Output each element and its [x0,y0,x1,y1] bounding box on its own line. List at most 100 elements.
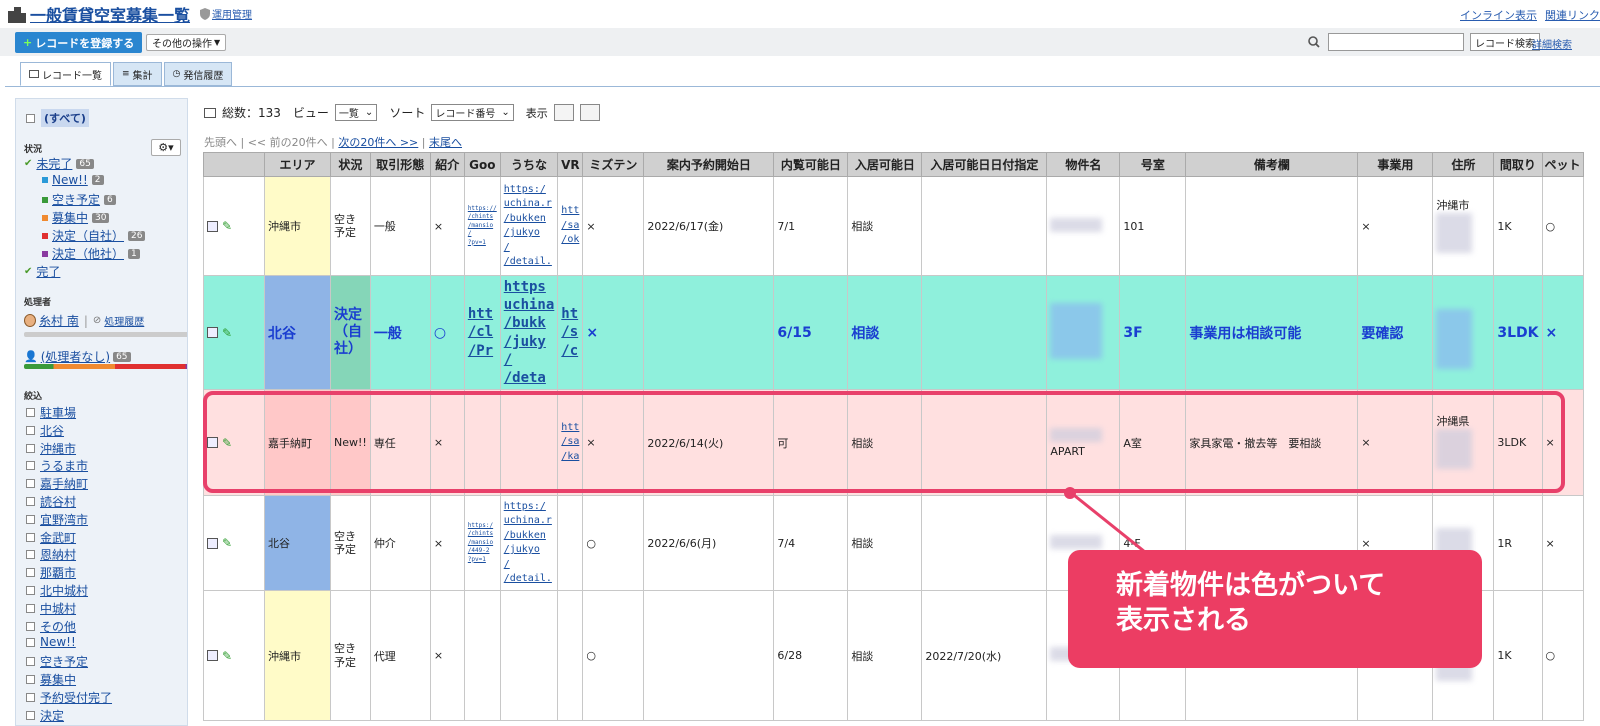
status-new[interactable]: New!! 2 [42,173,104,187]
edit-icon[interactable]: ✎ [222,326,232,340]
edit-icon[interactable]: ✎ [222,649,232,663]
filter-all[interactable]: (すべて) [26,109,89,127]
filter-item[interactable]: 嘉手納町 [26,475,88,492]
tab-aggregate[interactable]: ≡ 集計 [113,62,162,86]
status-complete[interactable]: ✔ 完了 [24,263,60,280]
cell-goo[interactable] [463,590,501,721]
column-header[interactable] [203,152,265,177]
uchina-link[interactable]: https:/ uchina.r /bukken /jukyo / /detai… [504,183,555,270]
filter-item[interactable]: その他 [26,618,76,635]
tab-record-list[interactable]: レコード一覧 [20,62,111,86]
column-layout-button[interactable] [553,104,574,121]
shield-icon [200,7,211,20]
sort-select[interactable]: レコード番号 ⌄ [431,104,514,121]
cell-vr[interactable] [557,590,584,721]
cell-goo[interactable]: htt /cl /Pr [463,275,501,390]
row-layout-button[interactable] [579,104,600,121]
status-vacant-soon[interactable]: 空き予定 6 [42,191,116,208]
filter-item[interactable]: 募集中 [26,671,76,688]
detail-icon[interactable] [207,537,218,549]
column-header[interactable]: うちな [499,152,559,177]
filter-item[interactable]: New!! [26,635,76,649]
filter-item[interactable]: うるま市 [26,457,88,474]
status-decided-other[interactable]: 決定（他社） 1 [42,245,140,262]
advanced-search-link[interactable]: 詳細検索 [1532,36,1572,51]
column-header[interactable]: 物件名 [1046,152,1121,177]
status-incomplete[interactable]: ✔ 未完了 65 [24,155,94,172]
search-input[interactable] [1328,33,1464,51]
column-header[interactable]: ミズテン [582,152,645,177]
column-header[interactable]: エリア [264,152,331,177]
ops-management-link[interactable]: 運用管理 [200,6,252,21]
filter-item[interactable]: 宜野湾市 [26,511,88,528]
no-handler-row[interactable]: 👤 (処理者なし) 65 [24,348,131,365]
cell-uchina[interactable]: https:/ uchina.r /bukken /jukyo / /detai… [499,176,559,276]
checkbox-icon [26,425,35,435]
cell-goo[interactable]: https:// /chints /mansio / ?pv=1 [463,176,501,276]
filter-item[interactable]: 北谷 [26,422,64,439]
cell-uchina[interactable]: https:/ uchina.r /bukken /jukyo / /detai… [499,495,559,591]
goo-link[interactable]: https:// /chints /mansio / ?pv=1 [468,205,497,247]
status-decided-own[interactable]: 決定（自社） 26 [42,227,146,244]
column-header[interactable]: 号室 [1119,152,1187,177]
cell-uchina[interactable] [499,590,559,721]
filter-item[interactable]: 空き予定 [26,653,88,670]
settings-dropdown[interactable]: ⚙▾ [151,139,181,156]
table-row[interactable]: ✎ 沖縄市 空き予定 一般 × https:// /chints /mansio / ?p… [203,176,1584,276]
column-header[interactable]: 紹介 [429,152,465,177]
column-header[interactable]: 間取り [1493,152,1543,177]
cell-goo[interactable]: https:/ /chints /mansio /449-2 ?pv=1 [463,495,501,591]
handler-name[interactable]: 糸村 南 [39,312,79,329]
edit-icon[interactable]: ✎ [222,219,232,233]
filter-item[interactable]: 決定 [26,707,64,724]
add-record-button[interactable]: + レコードを登録する [15,32,143,53]
cell-vr[interactable]: htt /sa /ok [557,176,584,276]
table-row[interactable]: ✎ 北谷 決定（自社） 一般 ○ htt /cl /Pr https uchina /buk… [203,275,1584,390]
detail-icon[interactable] [207,650,218,661]
other-ops-dropdown[interactable]: その他の操作 ▼ [146,34,227,51]
detail-icon[interactable] [207,220,218,232]
cell-uchina[interactable]: https uchina /bukk /juky / /deta [499,275,559,390]
pager-last[interactable]: 末尾へ [429,136,462,149]
column-header[interactable]: 住所 [1432,152,1495,177]
column-header[interactable]: VR [557,152,584,177]
uchina-link[interactable]: https:/ uchina.r /bukken /jukyo / /detai… [504,500,555,587]
cell-vr[interactable] [557,495,584,591]
filter-item[interactable]: 金武町 [26,529,76,546]
filter-item[interactable]: 読谷村 [26,493,76,510]
column-header[interactable]: 入居可能日日付指定 [921,152,1048,177]
view-select[interactable]: 一覧 ⌄ [334,104,378,121]
filter-item[interactable]: 恩納村 [26,546,76,563]
status-recruiting[interactable]: 募集中 30 [42,209,110,226]
column-header[interactable]: 取引形態 [369,152,431,177]
detail-icon[interactable] [207,327,218,338]
column-header[interactable]: 内覧可能日 [773,152,849,177]
edit-icon[interactable]: ✎ [222,536,232,550]
goo-link[interactable]: https:/ /chints /mansio /449-2 ?pv=1 [468,522,497,564]
filter-item[interactable]: 中城村 [26,600,76,617]
pager-next[interactable]: 次の20件へ >> [338,136,418,149]
tab-send-history[interactable]: ◷ 発信履歴 [163,62,233,86]
vr-link[interactable]: htt /sa /ok [561,204,579,248]
column-header[interactable]: ペット [1541,152,1584,177]
column-header[interactable]: 案内予約開始日 [643,152,775,177]
filter-item[interactable]: 駐車場 [26,404,76,421]
handler-history-link[interactable]: 処理履歴 [104,313,144,328]
column-header[interactable]: Goo [463,152,501,177]
page-title[interactable]: 一般賃貸空室募集一覧 [30,2,190,26]
filter-item[interactable]: 北中城村 [26,582,88,599]
filter-item[interactable]: 予約受付完了 [26,689,112,706]
inline-view-link[interactable]: インライン表示 [1460,7,1537,23]
filter-item[interactable]: 那覇市 [26,564,76,581]
column-header[interactable]: 入居可能日 [847,152,923,177]
filter-item[interactable]: 沖縄市 [26,440,76,457]
record-search-button[interactable]: レコード検索 [1470,33,1540,51]
cell-vr[interactable]: ht /s /c [557,275,584,390]
column-header[interactable]: 状況 [330,152,371,177]
goo-link[interactable]: htt /cl /Pr [468,305,497,360]
column-header[interactable]: 事業用 [1357,152,1434,177]
related-links-link[interactable]: 関連リンク [1545,7,1600,23]
column-header[interactable]: 備考欄 [1185,152,1359,177]
uchina-link[interactable]: https uchina /bukk /juky / /deta [504,278,555,387]
vr-link[interactable]: ht /s /c [561,305,579,360]
